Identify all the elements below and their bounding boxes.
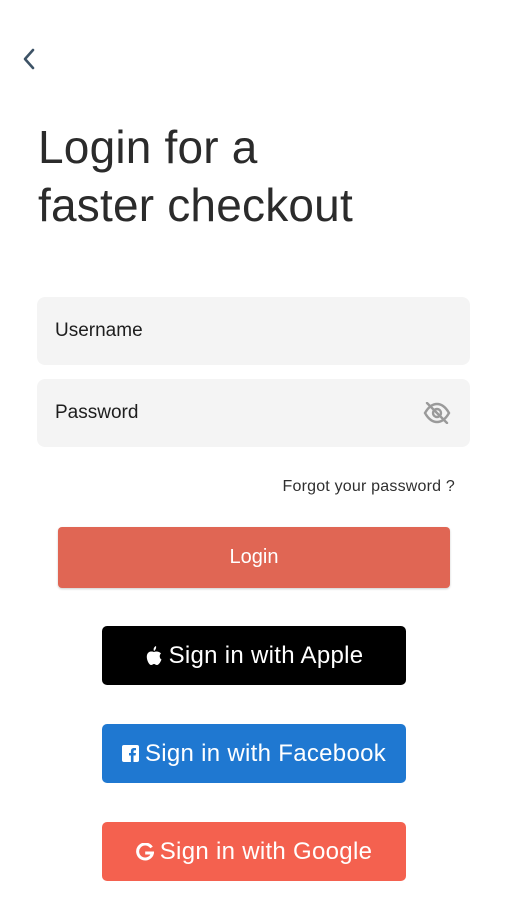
chevron-left-icon [23,48,35,70]
login-button-label: Login [229,546,279,568]
sign-in-google-label: Sign in with Google [159,837,373,865]
google-icon [135,842,154,861]
sign-in-facebook-label: Sign in with Facebook [144,739,387,767]
page-title-line-2: faster checkout [38,179,353,231]
page-title: Login for a faster checkout [38,118,353,234]
forgot-password-link[interactable]: Forgot your password ? [283,478,455,496]
sign-in-apple-button[interactable]: Sign in with Apple [102,626,406,685]
password-visibility-toggle[interactable] [422,398,452,428]
username-input[interactable] [55,320,452,342]
sign-in-apple-label: Sign in with Apple [168,641,364,669]
eye-off-icon [423,402,451,424]
sign-in-google-button[interactable]: Sign in with Google [102,822,406,881]
facebook-icon [121,745,139,762]
page-title-line-1: Login for a [38,121,258,173]
password-field[interactable] [37,379,470,447]
apple-icon [145,645,163,666]
login-button[interactable]: Login [58,527,450,588]
username-field[interactable] [37,297,470,365]
password-input[interactable] [55,402,422,424]
back-button[interactable] [14,44,44,74]
sign-in-facebook-button[interactable]: Sign in with Facebook [102,724,406,783]
